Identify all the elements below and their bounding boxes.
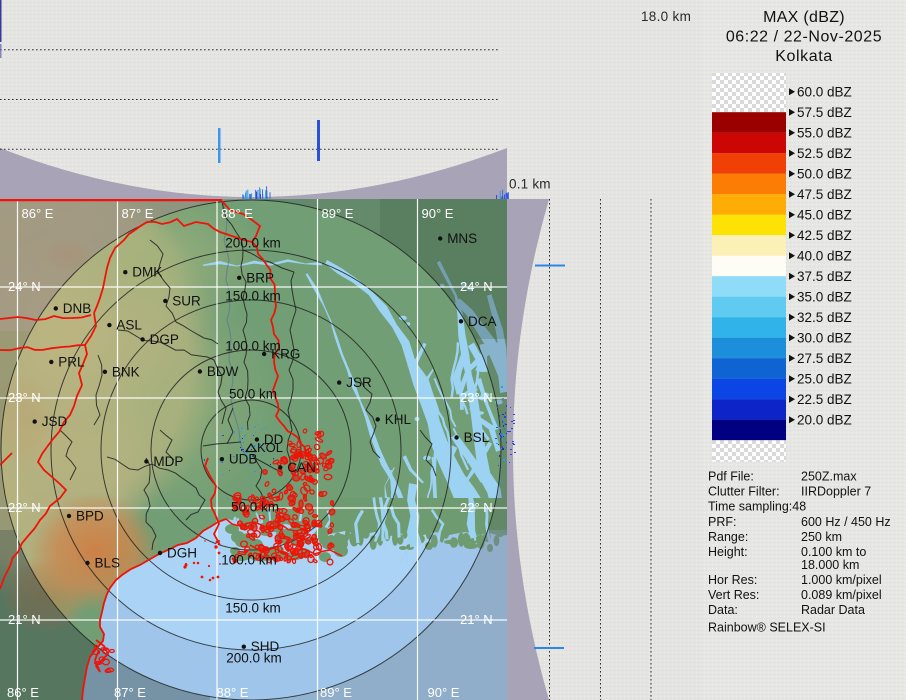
svg-text:IIRDoppler 7: IIRDoppler 7 [801, 484, 871, 498]
svg-text:150.0 km: 150.0 km [225, 601, 281, 616]
svg-text:22° N: 22° N [460, 500, 493, 515]
svg-text:BSL: BSL [464, 430, 490, 445]
svg-text:CAN: CAN [287, 460, 316, 475]
svg-text:JSR: JSR [346, 375, 372, 390]
svg-text:DNB: DNB [63, 301, 92, 316]
svg-text:DCA: DCA [468, 314, 497, 329]
svg-text:86° E: 86° E [22, 206, 54, 221]
svg-text:DGP: DGP [150, 332, 179, 347]
svg-text:90° E: 90° E [422, 206, 454, 221]
svg-text:23° N: 23° N [8, 390, 41, 405]
svg-text:60.0 dBZ: 60.0 dBZ [797, 84, 852, 99]
svg-text:22.5 dBZ: 22.5 dBZ [797, 392, 852, 407]
svg-text:MNS: MNS [447, 231, 477, 246]
svg-text:47.5 dBZ: 47.5 dBZ [797, 187, 852, 202]
svg-text:BRP: BRP [246, 270, 274, 285]
svg-text:35.0 dBZ: 35.0 dBZ [797, 289, 852, 304]
svg-text:89° E: 89° E [322, 206, 354, 221]
svg-text:37.5 dBZ: 37.5 dBZ [797, 269, 852, 284]
svg-text:KHL: KHL [385, 412, 412, 427]
svg-text:200.0 km: 200.0 km [225, 236, 281, 251]
svg-text:18.000 km: 18.000 km [801, 558, 859, 572]
svg-text:BNK: BNK [112, 364, 140, 379]
svg-text:89° E: 89° E [320, 685, 352, 700]
svg-text:88° E: 88° E [217, 685, 249, 700]
svg-text:90° E: 90° E [428, 685, 460, 700]
svg-text:1.000 km/pixel: 1.000 km/pixel [801, 573, 882, 587]
svg-text:ASL: ASL [116, 318, 142, 333]
svg-text:150.0 km: 150.0 km [225, 289, 281, 304]
svg-text:88° E: 88° E [221, 206, 253, 221]
svg-text:21° N: 21° N [460, 612, 493, 627]
svg-text:Data:: Data: [708, 603, 738, 617]
svg-text:30.0 dBZ: 30.0 dBZ [797, 330, 852, 345]
svg-text:Height:: Height: [708, 545, 748, 559]
svg-text:PRF:: PRF: [708, 515, 736, 529]
svg-text:BPD: BPD [76, 509, 104, 524]
svg-text:24° N: 24° N [460, 279, 493, 294]
svg-text:55.0 dBZ: 55.0 dBZ [797, 125, 852, 140]
svg-text:JSD: JSD [42, 414, 68, 429]
svg-text:50.0 dBZ: 50.0 dBZ [797, 166, 852, 181]
svg-text:MDP: MDP [153, 454, 183, 469]
svg-text:18.0 km: 18.0 km [641, 9, 691, 24]
svg-text:86° E: 86° E [7, 685, 39, 700]
svg-text:SUR: SUR [172, 293, 201, 308]
svg-text:Rainbow® SELEX-SI: Rainbow® SELEX-SI [708, 620, 826, 634]
svg-text:PRL: PRL [58, 355, 85, 370]
svg-text:32.5 dBZ: 32.5 dBZ [797, 310, 852, 325]
svg-text:40.0 dBZ: 40.0 dBZ [797, 248, 852, 263]
svg-text:06:22 / 22-Nov-2025: 06:22 / 22-Nov-2025 [726, 29, 882, 46]
svg-text:25.0 dBZ: 25.0 dBZ [797, 371, 852, 386]
svg-text:250Z.max: 250Z.max [801, 469, 857, 483]
svg-text:600 Hz / 450 Hz: 600 Hz / 450 Hz [801, 515, 891, 529]
svg-text:Hor Res:: Hor Res: [708, 573, 757, 587]
svg-text:50.0 km: 50.0 km [229, 387, 277, 402]
svg-text:DMK: DMK [132, 265, 162, 280]
svg-text:27.5 dBZ: 27.5 dBZ [797, 351, 852, 366]
svg-text:Kolkata: Kolkata [775, 48, 833, 65]
svg-text:23° N: 23° N [460, 390, 493, 405]
svg-text:0.089 km/pixel: 0.089 km/pixel [801, 588, 882, 602]
svg-text:Range:: Range: [708, 530, 748, 544]
svg-text:21° N: 21° N [8, 612, 41, 627]
svg-text:100.0 km: 100.0 km [221, 553, 277, 568]
svg-text:100.0 km: 100.0 km [225, 339, 281, 354]
svg-text:42.5 dBZ: 42.5 dBZ [797, 228, 852, 243]
svg-text:Time sampling:48: Time sampling:48 [708, 499, 806, 513]
svg-text:BLS: BLS [95, 556, 121, 571]
svg-text:20.0 dBZ: 20.0 dBZ [797, 412, 852, 427]
svg-text:22° N: 22° N [8, 500, 41, 515]
svg-text:57.5 dBZ: 57.5 dBZ [797, 105, 852, 120]
svg-text:DGH: DGH [167, 546, 197, 561]
svg-text:0.100 km to: 0.100 km to [801, 545, 866, 559]
svg-text:87° E: 87° E [114, 685, 146, 700]
svg-text:Radar Data: Radar Data [801, 603, 865, 617]
svg-text:Clutter Filter:: Clutter Filter: [708, 484, 780, 498]
svg-text:250 km: 250 km [801, 530, 842, 544]
svg-text:24° N: 24° N [8, 279, 41, 294]
svg-text:Pdf File:: Pdf File: [708, 469, 754, 483]
svg-text:87° E: 87° E [122, 206, 154, 221]
svg-text:KOL: KOL [257, 440, 283, 455]
svg-text:50.0 km: 50.0 km [231, 500, 279, 515]
svg-text:Vert Res:: Vert Res: [708, 588, 759, 602]
svg-text:MAX (dBZ): MAX (dBZ) [763, 9, 845, 26]
svg-text:UDB: UDB [229, 452, 258, 467]
svg-text:52.5 dBZ: 52.5 dBZ [797, 146, 852, 161]
svg-text:BDW: BDW [207, 364, 239, 379]
svg-text:0.1 km: 0.1 km [509, 177, 551, 192]
svg-text:200.0 km: 200.0 km [226, 651, 282, 666]
svg-text:45.0 dBZ: 45.0 dBZ [797, 207, 852, 222]
